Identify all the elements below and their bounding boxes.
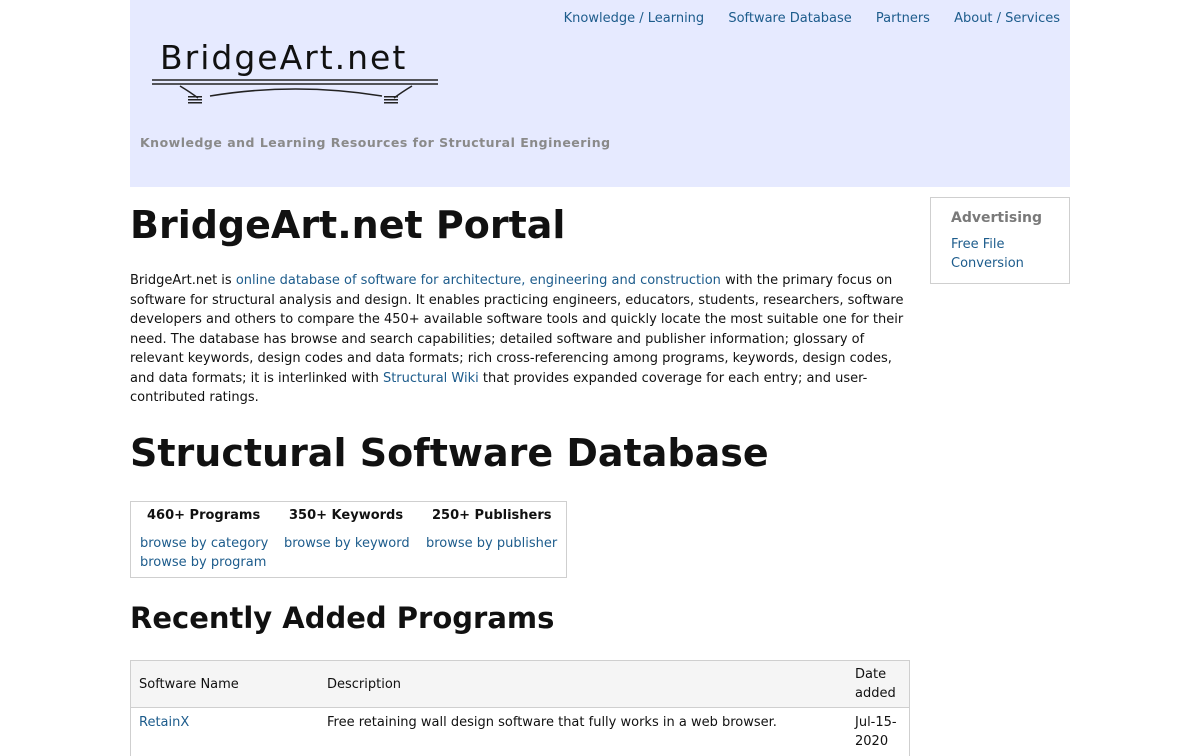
intro-text-middle: with the primary focus on software for s… [130,273,903,386]
top-navigation: Knowledge / Learning Software Database P… [544,11,1060,26]
nav-software-database[interactable]: Software Database [728,11,851,26]
database-stats-box: 460+ Programs browse by category browse … [130,501,567,578]
publishers-count: 250+ Publishers [432,508,552,523]
table-cell-name: RetainX [131,708,320,756]
table-row: RetainX Free retaining wall design softw… [131,708,910,756]
table-cell-description: Free retaining wall design software that… [319,708,847,756]
table-header-row: Software Name Description Date added [131,661,910,708]
site-header: Knowledge / Learning Software Database P… [130,0,1070,187]
intro-paragraph: BridgeArt.net is online database of soft… [130,271,910,408]
nav-knowledge-learning[interactable]: Knowledge / Learning [564,11,705,26]
column-header-date-added[interactable]: Date added [847,661,910,708]
page: Knowledge / Learning Software Database P… [0,0,1200,740]
logo-text: BridgeArt.net [160,38,407,77]
online-database-link[interactable]: online database of software for architec… [236,273,721,288]
column-header-description[interactable]: Description [319,661,847,708]
bridge-logo-icon [150,76,440,106]
nav-about-services[interactable]: About / Services [954,11,1060,26]
recent-programs-table: Software Name Description Date added Ret… [130,660,910,756]
program-link[interactable]: RetainX [139,715,189,730]
browse-by-keyword-link[interactable]: browse by keyword [284,536,410,551]
recent-programs-heading: Recently Added Programs [130,601,554,635]
programs-count: 460+ Programs [147,508,260,523]
browse-by-category-link[interactable]: browse by category [140,536,268,551]
page-title: BridgeArt.net Portal [130,203,565,247]
structural-wiki-link[interactable]: Structural Wiki [383,371,479,386]
browse-by-program-link[interactable]: browse by program [140,555,266,570]
table-cell-date: Jul-15-2020 [847,708,910,756]
intro-text-start: BridgeArt.net is [130,273,236,288]
free-file-conversion-link[interactable]: Free File Conversion [951,235,1051,273]
nav-partners[interactable]: Partners [876,11,930,26]
column-header-software-name[interactable]: Software Name [131,661,320,708]
browse-by-publisher-link[interactable]: browse by publisher [426,536,557,551]
database-heading: Structural Software Database [130,431,769,475]
advertising-title: Advertising [951,210,1042,226]
keywords-count: 350+ Keywords [289,508,403,523]
site-logo[interactable]: BridgeArt.net [150,38,440,108]
advertising-box: Advertising Free File Conversion [930,197,1070,284]
site-tagline: Knowledge and Learning Resources for Str… [140,135,611,150]
